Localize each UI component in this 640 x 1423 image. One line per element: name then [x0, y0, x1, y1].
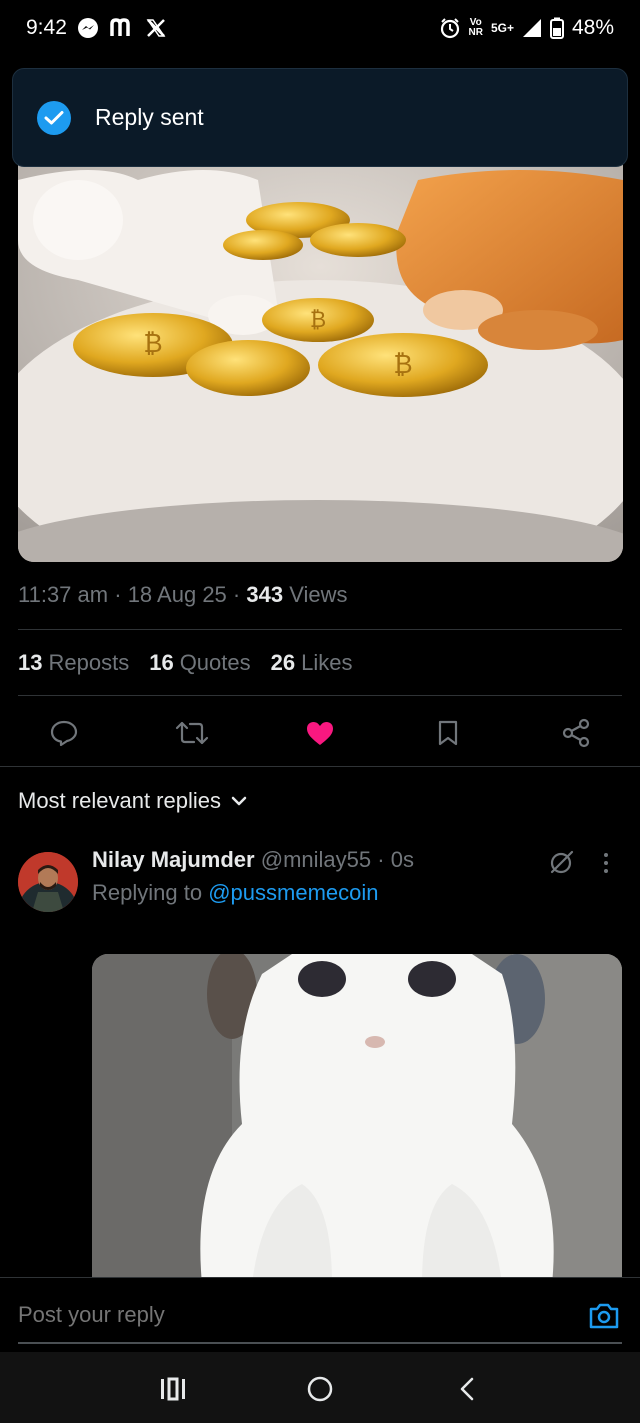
- gmail-icon: [109, 18, 135, 38]
- like-heart-icon[interactable]: [302, 715, 338, 751]
- svg-text:₿: ₿: [143, 329, 162, 359]
- battery-percent: 48%: [571, 16, 614, 39]
- svg-text:₿: ₿: [310, 308, 326, 333]
- replies-sort-dropdown[interactable]: Most relevant replies: [18, 788, 247, 814]
- reply-input[interactable]: [18, 1302, 558, 1328]
- replying-to: Replying to @pussmemecoin: [92, 880, 379, 905]
- camera-icon[interactable]: [588, 1302, 620, 1335]
- clock: 9:42: [26, 16, 67, 39]
- views-label: Views: [289, 582, 348, 607]
- grok-icon[interactable]: [548, 848, 576, 881]
- x-icon: [145, 17, 167, 39]
- avatar[interactable]: [18, 852, 78, 912]
- likes-stat[interactable]: 26 Likes: [271, 650, 353, 676]
- divider: [0, 766, 640, 767]
- svg-text:₿: ₿: [393, 350, 412, 380]
- recent-apps-icon[interactable]: [158, 1374, 188, 1404]
- volte-indicator: Vo NR: [468, 17, 483, 38]
- reposts-stat[interactable]: 13 Reposts: [18, 650, 129, 676]
- chevron-down-icon: [231, 796, 247, 806]
- reply-author-handle[interactable]: @mnilay55: [261, 847, 371, 872]
- post-date: 18 Aug 25: [127, 582, 227, 607]
- bookmark-icon[interactable]: [430, 715, 466, 751]
- home-icon[interactable]: [305, 1374, 335, 1404]
- post-meta: 11:37 am · 18 Aug 25 · 343 Views: [18, 582, 348, 607]
- reply-header: Nilay Majumder @mnilay55 · 0s: [92, 847, 414, 872]
- network-type: 5G+: [490, 21, 514, 35]
- more-options-icon[interactable]: [602, 852, 610, 879]
- divider: [18, 695, 622, 696]
- post-actions: [0, 705, 640, 761]
- post-stats: 13 Reposts 16 Quotes 26 Likes: [18, 650, 352, 676]
- reply-icon[interactable]: [46, 715, 82, 751]
- sort-label: Most relevant replies: [18, 788, 221, 813]
- messenger-icon: [77, 17, 99, 39]
- battery-icon: [549, 17, 564, 39]
- android-nav-bar: [0, 1352, 640, 1423]
- composer-underline: [18, 1342, 622, 1344]
- back-icon[interactable]: [452, 1374, 482, 1404]
- replying-to-link[interactable]: @pussmemecoin: [208, 880, 378, 905]
- reply-image-white-cat[interactable]: [92, 954, 622, 1284]
- status-bar: 9:42 Vo NR 5G+ 48%: [0, 0, 640, 56]
- repost-icon[interactable]: [174, 715, 210, 751]
- check-circle-icon: [37, 100, 71, 135]
- signal-icon: [522, 18, 542, 38]
- quotes-stat[interactable]: 16 Quotes: [149, 650, 250, 676]
- reply-author-name[interactable]: Nilay Majumder: [92, 847, 255, 872]
- post-image-cats-with-coins[interactable]: ₿ ₿ ₿: [18, 140, 623, 562]
- views-count: 343: [246, 582, 284, 607]
- share-icon[interactable]: [558, 715, 594, 751]
- alarm-icon: [439, 17, 461, 39]
- reply-composer: [0, 1277, 640, 1352]
- divider: [18, 629, 622, 630]
- reply-time: 0s: [390, 847, 414, 872]
- toast-message: Reply sent: [95, 104, 204, 130]
- reply-sent-toast: Reply sent: [12, 68, 628, 167]
- post-time: 11:37 am: [18, 582, 109, 607]
